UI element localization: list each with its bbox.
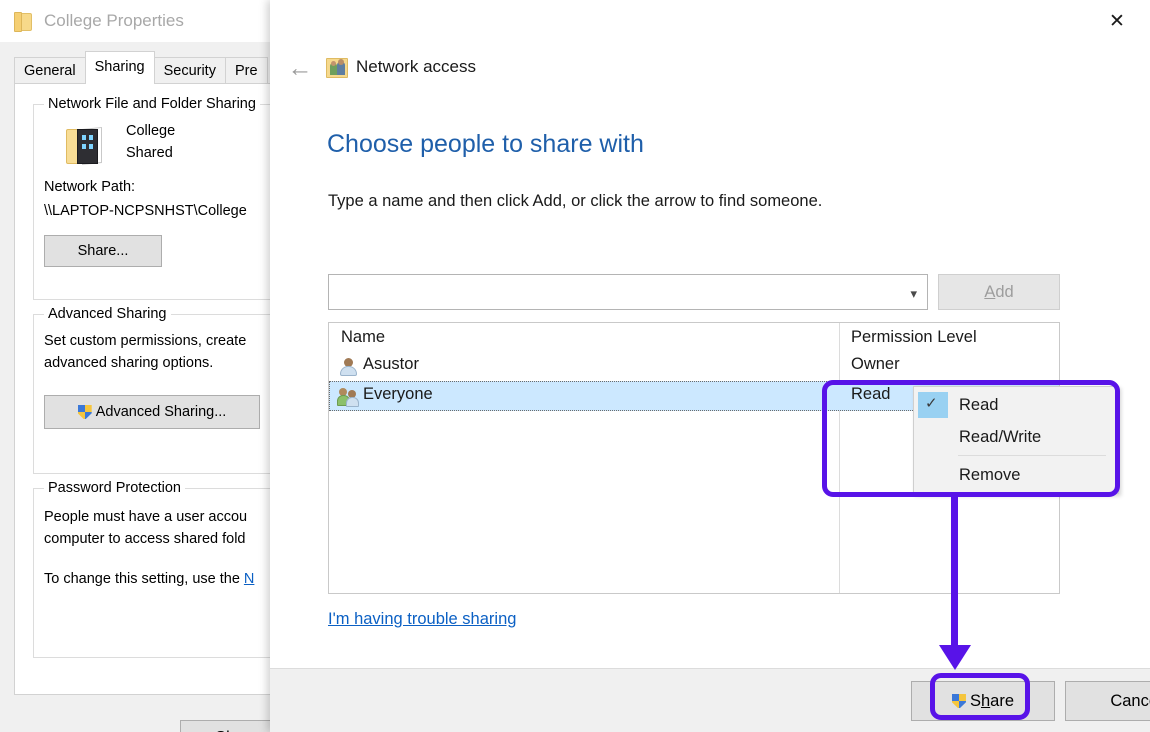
properties-close-button[interactable]: Close <box>180 720 272 732</box>
column-header-permission-level: Permission Level <box>851 328 977 346</box>
properties-tabstrip: General Sharing Security Pre <box>14 51 268 86</box>
network-file-and-folder-sharing-group: Network File and Folder Sharing College … <box>33 96 272 300</box>
share-button-suffix: are <box>990 691 1015 710</box>
row-permission-dropdown-value[interactable]: Read <box>851 385 890 404</box>
share-button-accel: h <box>980 691 991 710</box>
tab-security[interactable]: Security <box>153 57 226 86</box>
menu-item-remove[interactable]: Remove <box>914 460 1116 490</box>
share-small-button[interactable]: Share... <box>44 235 162 267</box>
menu-item-read-label: Read <box>959 395 999 414</box>
annotation-arrow-head <box>939 645 971 670</box>
row-permission: Owner <box>851 355 900 373</box>
menu-item-remove-label: Remove <box>959 465 1021 484</box>
password-protection-line3-text: To change this setting, use the <box>44 571 244 587</box>
column-header-name: Name <box>341 328 386 346</box>
advanced-sharing-desc-line1: Set custom permissions, create <box>44 333 247 349</box>
shared-folder-icon <box>60 123 104 167</box>
tab-general[interactable]: General <box>14 57 86 86</box>
cancel-button[interactable]: Cancel <box>1065 681 1150 721</box>
back-arrow-icon[interactable]: ← <box>282 52 318 84</box>
trouble-sharing-link[interactable]: I'm having trouble sharing <box>328 610 516 629</box>
screenshot-root: College Properties General Sharing Secur… <box>0 0 1150 732</box>
row-name: Everyone <box>363 385 433 403</box>
menu-separator <box>958 455 1106 456</box>
group-title-advanced-sharing: Advanced Sharing <box>44 306 171 322</box>
advanced-sharing-group: Advanced Sharing Set custom permissions,… <box>33 306 272 474</box>
tab-previous-versions[interactable]: Pre <box>224 57 268 86</box>
password-protection-line1: People must have a user accou <box>44 509 248 525</box>
group-title-password-protection: Password Protection <box>44 480 185 496</box>
row-name: Asustor <box>363 355 419 373</box>
properties-titlebar: College Properties <box>0 0 272 42</box>
user-icon <box>339 357 358 376</box>
permission-level-context-menu: ✓ Read Read/Write Remove <box>913 386 1119 494</box>
wizard-header-title: Network access <box>356 57 476 76</box>
listbox-header: Name Permission Level <box>329 323 1059 353</box>
network-sharing-center-link[interactable]: N <box>244 571 254 587</box>
sharing-tab-page: Network File and Folder Sharing College … <box>14 83 272 695</box>
network-access-icon <box>326 58 348 78</box>
page-title: Choose people to share with <box>327 130 644 158</box>
college-properties-window: College Properties General Sharing Secur… <box>0 0 272 732</box>
share-button-prefix: S <box>969 691 981 710</box>
close-icon[interactable]: ✕ <box>1096 6 1138 36</box>
uac-shield-icon <box>951 693 967 709</box>
advanced-sharing-desc-line2: advanced sharing options. <box>44 355 214 371</box>
add-button-suffix: dd <box>995 282 1014 301</box>
advanced-sharing-button[interactable]: Advanced Sharing... <box>44 395 260 429</box>
table-row[interactable]: Asustor Owner <box>329 351 1059 381</box>
uac-shield-icon <box>77 404 93 420</box>
users-group-icon <box>337 386 359 407</box>
tab-sharing[interactable]: Sharing <box>84 51 155 84</box>
chevron-down-icon[interactable]: ▾ <box>910 286 917 302</box>
folder-shared-state-label: Shared <box>126 145 173 161</box>
password-protection-line2: computer to access shared fold <box>44 531 246 547</box>
password-protection-line3: To change this setting, use the N <box>44 571 254 587</box>
properties-body: General Sharing Security Pre Network Fil… <box>0 42 272 732</box>
name-combobox[interactable]: ▾ <box>328 274 928 310</box>
menu-item-read-write[interactable]: Read/Write <box>914 422 1116 452</box>
advanced-sharing-button-label: Advanced Sharing... <box>95 404 227 420</box>
network-path-value: \\LAPTOP-NCPSNHST\College <box>44 203 247 219</box>
password-protection-group: Password Protection People must have a u… <box>33 480 272 658</box>
folder-icon <box>14 11 32 32</box>
add-button[interactable]: Add <box>938 274 1060 310</box>
menu-item-read-write-label: Read/Write <box>959 427 1042 446</box>
group-title-network-sharing: Network File and Folder Sharing <box>44 96 260 112</box>
add-button-accel: A <box>984 282 996 301</box>
wizard-footer: Share Cancel <box>270 668 1150 732</box>
network-access-wizard: ✕ ← Network access Choose people to shar… <box>270 0 1150 732</box>
annotation-arrow-line <box>951 495 958 653</box>
properties-window-title: College Properties <box>44 11 184 30</box>
network-path-label: Network Path: <box>44 179 136 195</box>
checkmark-icon: ✓ <box>925 395 938 412</box>
folder-name-label: College <box>126 123 176 139</box>
page-subtitle: Type a name and then click Add, or click… <box>328 192 823 210</box>
menu-item-read[interactable]: ✓ Read <box>914 390 1116 420</box>
share-button[interactable]: Sh are <box>911 681 1055 721</box>
